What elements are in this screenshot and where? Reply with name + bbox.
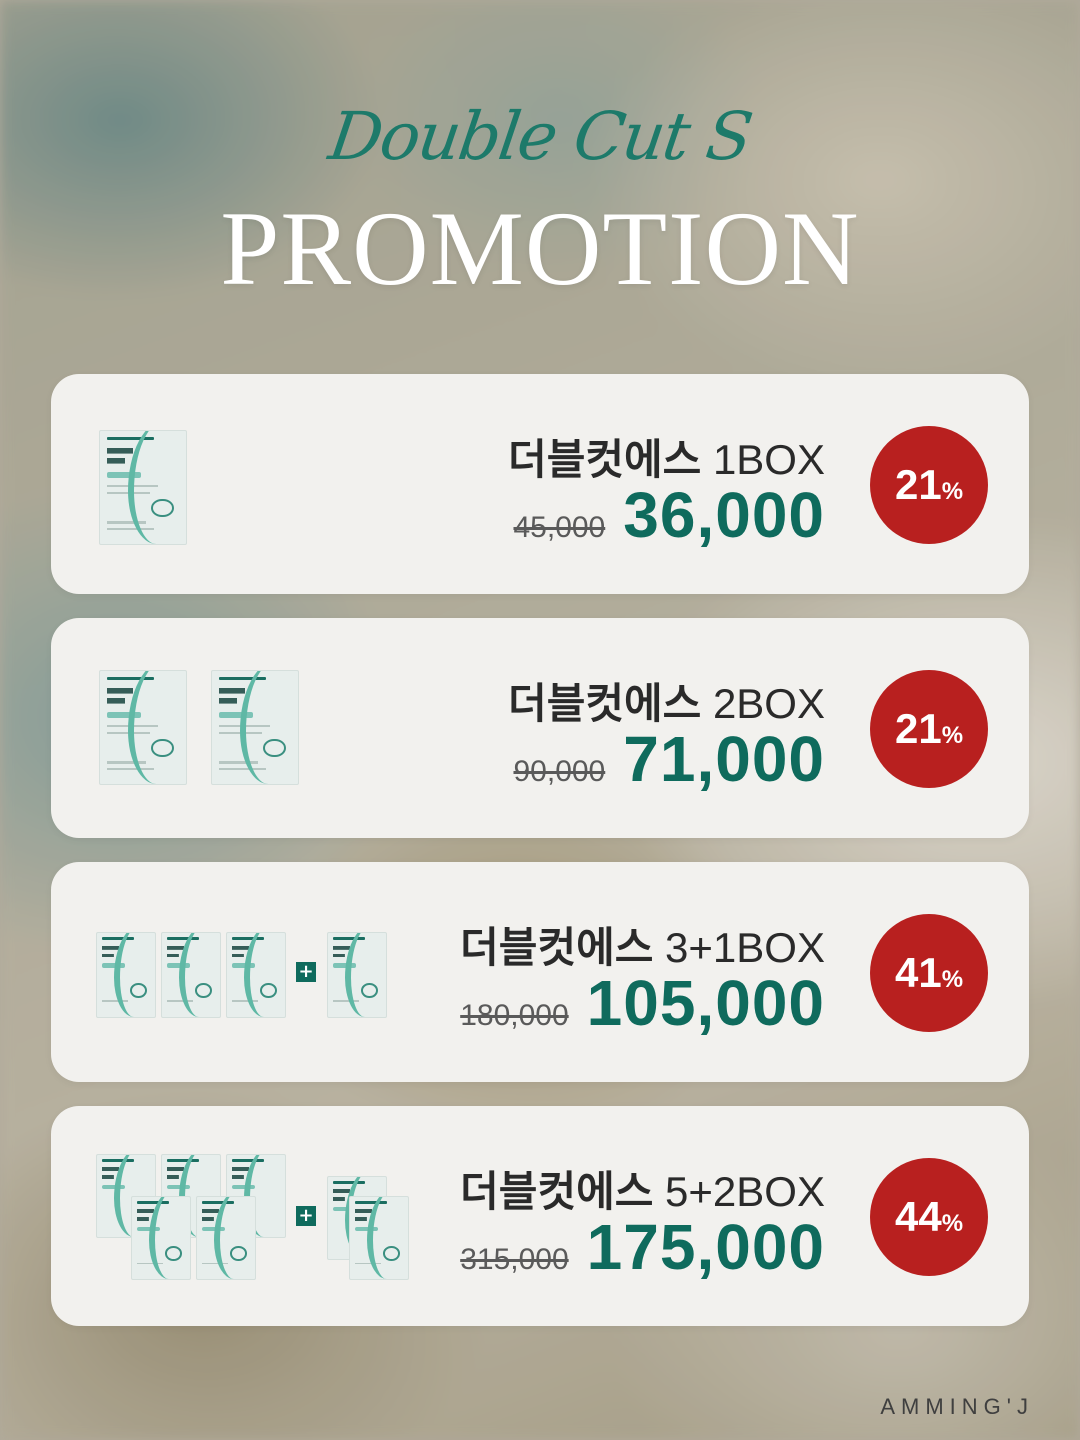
plus-icon: + bbox=[296, 1206, 316, 1226]
price-row: 45,000 36,000 bbox=[513, 480, 825, 550]
discount-badge: 21% bbox=[870, 670, 988, 788]
product-box-image bbox=[349, 1196, 409, 1280]
sale-price: 36,000 bbox=[623, 479, 825, 551]
sale-price: 175,000 bbox=[586, 1211, 825, 1283]
product-box-image bbox=[196, 1196, 256, 1280]
page-title: PROMOTION bbox=[220, 190, 860, 307]
product-box-image bbox=[96, 932, 156, 1018]
discount-badge: 41% bbox=[870, 914, 988, 1032]
product-box-image bbox=[99, 670, 187, 785]
product-box-image bbox=[226, 932, 286, 1018]
product-name: 더블컷에스 3+1BOX bbox=[460, 923, 825, 972]
script-title: Double Cut S bbox=[324, 98, 756, 175]
original-price: 45,000 bbox=[513, 511, 606, 544]
product-name: 더블컷에스 2BOX bbox=[508, 679, 825, 728]
discount-badge: 44% bbox=[870, 1158, 988, 1276]
product-name: 더블컷에스 1BOX bbox=[508, 435, 825, 484]
product-box-image bbox=[211, 670, 299, 785]
product-name: 더블컷에스 5+2BOX bbox=[460, 1167, 825, 1216]
original-price: 180,000 bbox=[460, 999, 569, 1032]
product-box-image bbox=[99, 430, 187, 545]
promo-card-3plus1box[interactable]: + 더블컷에스 3+1BOX 180,000 105,000 41% bbox=[51, 862, 1029, 1082]
promo-card-5plus2box[interactable]: + 더블컷에스 5+2BOX 315,000 175,000 44% bbox=[51, 1106, 1029, 1326]
price-row: 90,000 71,000 bbox=[513, 724, 825, 794]
original-price: 315,000 bbox=[460, 1243, 569, 1276]
plus-icon: + bbox=[296, 962, 316, 982]
sale-price: 105,000 bbox=[586, 967, 825, 1039]
original-price: 90,000 bbox=[513, 755, 606, 788]
promo-card-2box[interactable]: 더블컷에스 2BOX 90,000 71,000 21% bbox=[51, 618, 1029, 838]
promo-card-1box[interactable]: 더블컷에스 1BOX 45,000 36,000 21% bbox=[51, 374, 1029, 594]
product-box-image bbox=[131, 1196, 191, 1280]
product-box-image bbox=[161, 932, 221, 1018]
brand-watermark: AMMING'J bbox=[880, 1394, 1034, 1419]
product-box-image bbox=[327, 932, 387, 1018]
discount-badge: 21% bbox=[870, 426, 988, 544]
sale-price: 71,000 bbox=[623, 723, 825, 795]
price-row: 315,000 175,000 bbox=[460, 1212, 825, 1282]
price-row: 180,000 105,000 bbox=[460, 968, 825, 1038]
